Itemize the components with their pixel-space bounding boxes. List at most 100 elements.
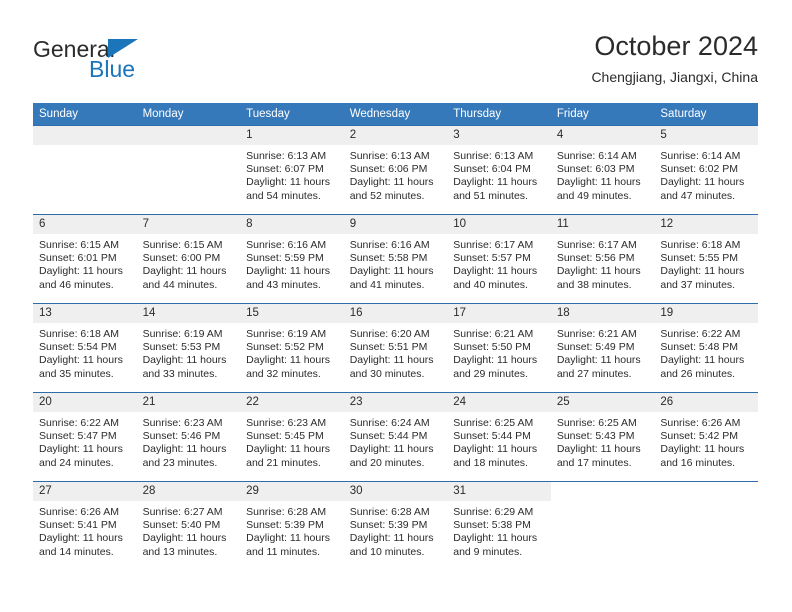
- day-details: Sunrise: 6:21 AM Sunset: 5:50 PM Daylight:…: [447, 323, 551, 381]
- day-number: 3: [447, 126, 551, 145]
- day-details: Sunrise: 6:27 AM Sunset: 5:40 PM Daylight:…: [137, 501, 241, 559]
- calendar-day-cell[interactable]: 22 Sunrise: 6:23 AM Sunset: 5:45 PM Dayligh…: [240, 392, 344, 482]
- calendar-day-cell[interactable]: 15 Sunrise: 6:19 AM Sunset: 5:52 PM Dayligh…: [240, 303, 344, 393]
- day-number: 18: [550, 304, 655, 323]
- calendar-day-cell[interactable]: 25 Sunrise: 6:25 AM Sunset: 5:43 PM Dayligh…: [550, 392, 655, 482]
- daylight-text-line1: Daylight: 11 hours: [660, 176, 745, 189]
- calendar-day-cell[interactable]: 19 Sunrise: 6:22 AM Sunset: 5:48 PM Dayligh…: [654, 303, 758, 393]
- day-details: Sunrise: 6:14 AM Sunset: 6:02 PM Daylight:…: [654, 145, 758, 203]
- calendar-day-cell[interactable]: 12 Sunrise: 6:18 AM Sunset: 5:55 PM Dayligh…: [654, 214, 758, 304]
- sunrise-text: Sunrise: 6:13 AM: [453, 150, 534, 162]
- day-number: 20: [33, 393, 137, 412]
- sunset-text: Sunset: 5:40 PM: [142, 519, 221, 532]
- day-details: Sunrise: 6:15 AM Sunset: 6:01 PM Daylight:…: [33, 234, 137, 292]
- daylight-text-line1: Daylight: 11 hours: [39, 443, 123, 456]
- sunrise-text: Sunrise: 6:21 AM: [453, 328, 534, 340]
- sunset-text: Sunset: 6:01 PM: [39, 252, 117, 265]
- calendar-day-cell[interactable]: 6 Sunrise: 6:15 AM Sunset: 6:01 PM Daylight…: [33, 214, 137, 304]
- day-number: 4: [550, 126, 655, 145]
- day-number: [33, 126, 137, 145]
- daylight-text-line2: and 24 minutes.: [39, 456, 114, 469]
- calendar-day-cell[interactable]: 31 Sunrise: 6:29 AM Sunset: 5:38 PM Dayligh…: [447, 481, 551, 570]
- calendar-day-cell[interactable]: 21 Sunrise: 6:23 AM Sunset: 5:46 PM Dayligh…: [136, 392, 241, 482]
- day-number: 8: [240, 215, 344, 234]
- calendar-day-cell[interactable]: 1 Sunrise: 6:13 AM Sunset: 6:07 PM Daylight…: [240, 125, 344, 215]
- day-details: Sunrise: 6:19 AM Sunset: 5:53 PM Daylight:…: [137, 323, 241, 381]
- weekday-header-tuesday: Tuesday: [240, 103, 344, 126]
- day-number: 14: [136, 304, 241, 323]
- daylight-text-line1: Daylight: 11 hours: [660, 265, 745, 278]
- sunset-text: Sunset: 6:07 PM: [246, 163, 324, 176]
- day-number: 6: [33, 215, 137, 234]
- weekday-header-row: Sunday Monday Tuesday Wednesday Thursday…: [33, 103, 758, 126]
- day-details: Sunrise: 6:23 AM Sunset: 5:46 PM Daylight:…: [137, 412, 241, 470]
- daylight-text-line1: Daylight: 11 hours: [453, 532, 538, 545]
- day-number: 26: [654, 393, 758, 412]
- sunrise-text: Sunrise: 6:14 AM: [660, 150, 741, 162]
- day-number: 27: [33, 482, 137, 501]
- calendar-day-cell[interactable]: 28 Sunrise: 6:27 AM Sunset: 5:40 PM Dayligh…: [136, 481, 241, 570]
- calendar-day-cell[interactable]: 8 Sunrise: 6:16 AM Sunset: 5:59 PM Daylight…: [240, 214, 344, 304]
- title-block: October 2024 Chengjiang, Jiangxi, China: [591, 29, 758, 87]
- daylight-text-line1: Daylight: 11 hours: [39, 532, 123, 545]
- calendar-day-cell[interactable]: 17 Sunrise: 6:21 AM Sunset: 5:50 PM Dayligh…: [447, 303, 551, 393]
- calendar-day-cell[interactable]: 29 Sunrise: 6:28 AM Sunset: 5:39 PM Dayligh…: [240, 481, 344, 570]
- calendar-day-cell[interactable]: 20 Sunrise: 6:22 AM Sunset: 5:47 PM Dayligh…: [33, 392, 137, 482]
- calendar-day-cell[interactable]: 30 Sunrise: 6:28 AM Sunset: 5:39 PM Dayligh…: [343, 481, 448, 570]
- daylight-text-line2: and 9 minutes.: [453, 545, 523, 558]
- daylight-text-line1: Daylight: 11 hours: [246, 176, 330, 189]
- day-details: Sunrise: 6:19 AM Sunset: 5:52 PM Daylight:…: [240, 323, 344, 381]
- sunset-text: Sunset: 6:04 PM: [453, 163, 531, 176]
- calendar-day-cell[interactable]: 5 Sunrise: 6:14 AM Sunset: 6:02 PM Daylight…: [654, 125, 758, 215]
- sunset-text: Sunset: 5:45 PM: [246, 430, 324, 443]
- calendar-day-cell[interactable]: 26 Sunrise: 6:26 AM Sunset: 5:42 PM Dayligh…: [654, 392, 758, 482]
- day-details: Sunrise: 6:18 AM Sunset: 5:55 PM Daylight:…: [654, 234, 758, 292]
- day-details: Sunrise: 6:16 AM Sunset: 5:59 PM Daylight:…: [240, 234, 344, 292]
- day-details: Sunrise: 6:15 AM Sunset: 6:00 PM Daylight:…: [137, 234, 241, 292]
- calendar-day-cell[interactable]: 16 Sunrise: 6:20 AM Sunset: 5:51 PM Dayligh…: [343, 303, 448, 393]
- calendar-day-cell[interactable]: 7 Sunrise: 6:15 AM Sunset: 6:00 PM Daylight…: [136, 214, 241, 304]
- calendar-day-cell[interactable]: 2 Sunrise: 6:13 AM Sunset: 6:06 PM Daylight…: [343, 125, 448, 215]
- sunset-text: Sunset: 5:55 PM: [660, 252, 739, 265]
- sunset-text: Sunset: 5:58 PM: [349, 252, 428, 265]
- calendar-day-cell[interactable]: 27 Sunrise: 6:26 AM Sunset: 5:41 PM Dayligh…: [33, 481, 137, 570]
- daylight-text-line2: and 32 minutes.: [246, 367, 321, 380]
- daylight-text-line1: Daylight: 11 hours: [39, 265, 123, 278]
- sunset-text: Sunset: 5:48 PM: [660, 341, 739, 354]
- calendar-day-cell[interactable]: 13 Sunrise: 6:18 AM Sunset: 5:54 PM Dayligh…: [33, 303, 137, 393]
- sunset-text: Sunset: 5:57 PM: [453, 252, 531, 265]
- day-number: 24: [447, 393, 551, 412]
- day-number: 19: [654, 304, 758, 323]
- calendar-day-cell[interactable]: 10 Sunrise: 6:17 AM Sunset: 5:57 PM Dayligh…: [447, 214, 551, 304]
- calendar-body: 1 Sunrise: 6:13 AM Sunset: 6:07 PM Daylight…: [33, 125, 758, 570]
- calendar-table: Sunday Monday Tuesday Wednesday Thursday…: [33, 103, 758, 570]
- calendar-day-cell[interactable]: 24 Sunrise: 6:25 AM Sunset: 5:44 PM Dayligh…: [447, 392, 551, 482]
- daylight-text-line2: and 13 minutes.: [142, 545, 218, 558]
- sunset-text: Sunset: 5:47 PM: [39, 430, 117, 443]
- daylight-text-line2: and 47 minutes.: [660, 189, 736, 202]
- calendar-head: Sunday Monday Tuesday Wednesday Thursday…: [33, 103, 758, 126]
- day-details: Sunrise: 6:14 AM Sunset: 6:03 PM Daylight:…: [551, 145, 655, 203]
- calendar-day-cell[interactable]: 23 Sunrise: 6:24 AM Sunset: 5:44 PM Dayligh…: [343, 392, 448, 482]
- daylight-text-line1: Daylight: 11 hours: [453, 176, 538, 189]
- sunset-text: Sunset: 5:59 PM: [246, 252, 324, 265]
- day-number: 28: [136, 482, 241, 501]
- calendar-day-cell[interactable]: 3 Sunrise: 6:13 AM Sunset: 6:04 PM Daylight…: [447, 125, 551, 215]
- day-details: Sunrise: 6:20 AM Sunset: 5:51 PM Daylight:…: [344, 323, 448, 381]
- sunset-text: Sunset: 5:39 PM: [349, 519, 428, 532]
- calendar-day-cell[interactable]: 14 Sunrise: 6:19 AM Sunset: 5:53 PM Dayligh…: [136, 303, 241, 393]
- day-details: Sunrise: 6:29 AM Sunset: 5:38 PM Daylight:…: [447, 501, 551, 559]
- sunrise-text: Sunrise: 6:16 AM: [246, 239, 327, 251]
- calendar-day-cell[interactable]: 9 Sunrise: 6:16 AM Sunset: 5:58 PM Daylight…: [343, 214, 448, 304]
- sunset-text: Sunset: 5:44 PM: [349, 430, 428, 443]
- calendar-day-cell[interactable]: 11 Sunrise: 6:17 AM Sunset: 5:56 PM Dayligh…: [550, 214, 655, 304]
- calendar-day-cell[interactable]: 18 Sunrise: 6:21 AM Sunset: 5:49 PM Dayligh…: [550, 303, 655, 393]
- sunset-text: Sunset: 5:43 PM: [556, 430, 635, 443]
- day-number: 12: [654, 215, 758, 234]
- calendar-day-cell[interactable]: 4 Sunrise: 6:14 AM Sunset: 6:03 PM Daylight…: [550, 125, 655, 215]
- daylight-text-line2: and 23 minutes.: [142, 456, 218, 469]
- day-number: 30: [343, 482, 448, 501]
- day-details: Sunrise: 6:23 AM Sunset: 5:45 PM Daylight:…: [240, 412, 344, 470]
- daylight-text-line2: and 26 minutes.: [660, 367, 736, 380]
- general-blue-logo[interactable]: General Blue: [33, 36, 223, 88]
